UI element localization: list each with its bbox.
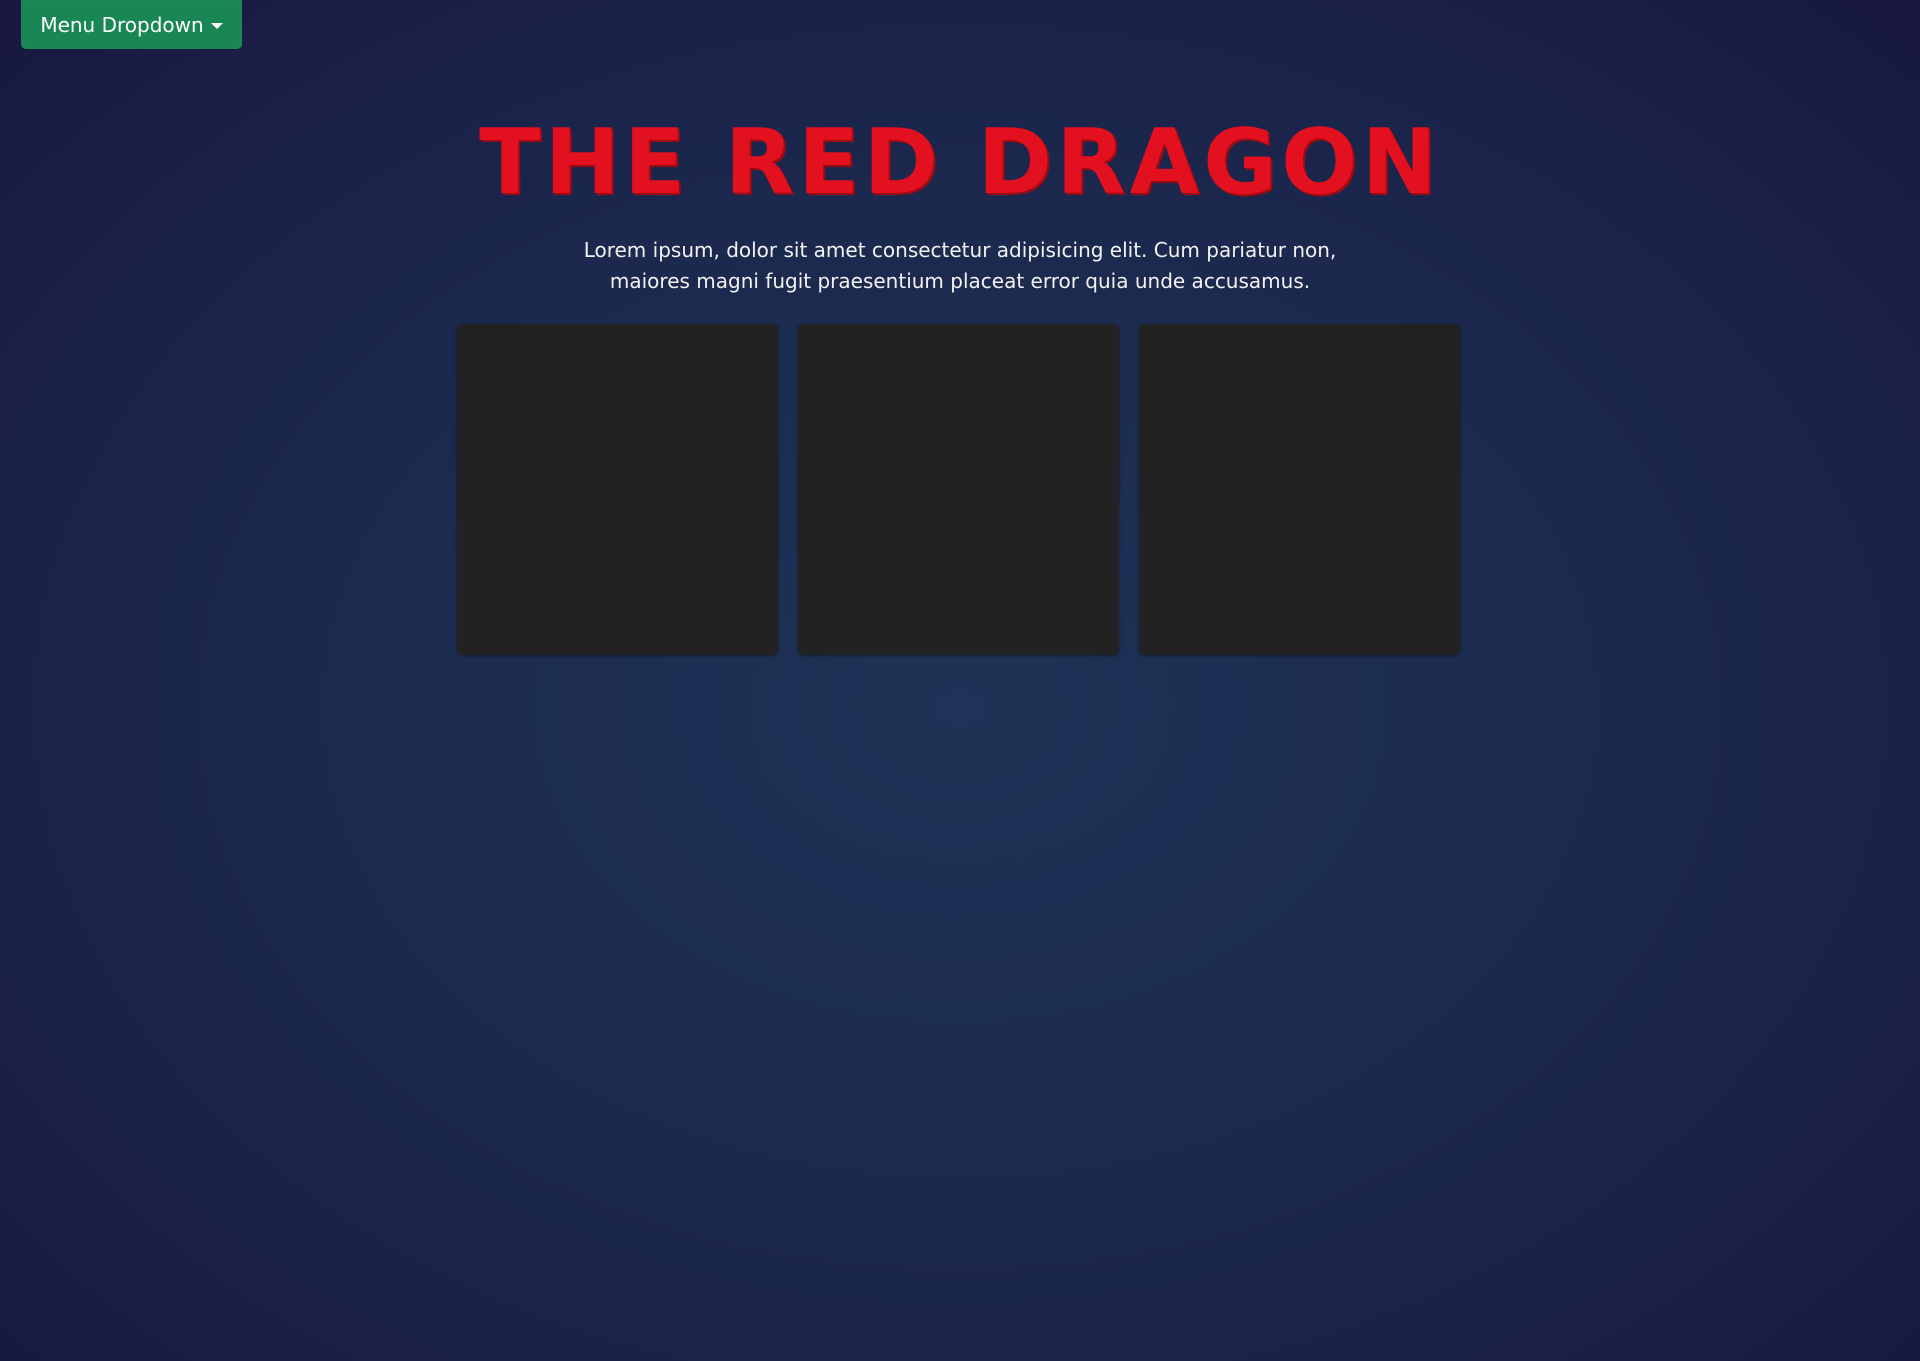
- page-title: THE RED DRAGON: [479, 110, 1441, 215]
- caret-down-icon: [210, 22, 223, 29]
- card-3: [1139, 324, 1460, 655]
- menu-dropdown-button[interactable]: Menu Dropdown: [21, 0, 242, 49]
- card-1: [457, 324, 778, 655]
- menu-dropdown-label: Menu Dropdown: [40, 12, 204, 37]
- card-2: [798, 324, 1119, 655]
- card-grid: [457, 324, 1460, 655]
- lead-text: Lorem ipsum, dolor sit amet consectetur …: [583, 238, 1337, 293]
